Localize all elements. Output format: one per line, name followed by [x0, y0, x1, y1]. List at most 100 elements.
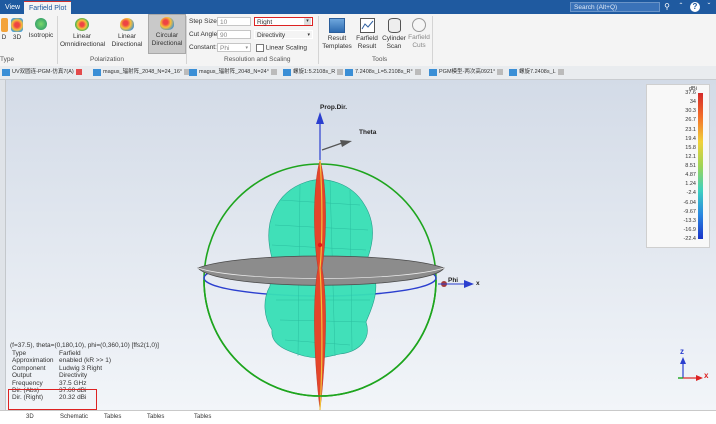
doc-tab-label: magus_辐射阵_2048_N=24° — [199, 69, 269, 75]
doc-tab[interactable]: magus_辐射阵_2048_N=24_16° — [92, 67, 191, 78]
triad-z-arrowhead — [680, 357, 686, 364]
theta-label: Theta — [359, 129, 377, 136]
close-icon[interactable] — [557, 68, 564, 75]
tab-farfield-plot[interactable]: Farfield Plot — [24, 1, 72, 15]
constant-value: Phi — [220, 45, 230, 52]
template-icon — [329, 18, 345, 33]
linear-omnidirectional-button[interactable]: Linear Omnidirectional — [60, 16, 106, 48]
legend-tick-label: 37.6 — [685, 90, 696, 96]
3d-plot-icon — [11, 18, 23, 32]
doc-tab-label: 螺旋7.2408s_L — [519, 69, 556, 75]
legend-tick-label: 15.8 — [685, 144, 696, 151]
plot-type-3d-button[interactable]: 3D — [10, 16, 24, 42]
info-key: Frequency — [12, 379, 43, 387]
linear-directional-button[interactable]: Linear Directional — [108, 16, 146, 48]
isotropic-button[interactable]: Isotropic — [27, 16, 55, 40]
isotropic-label: Isotropic — [28, 32, 54, 39]
triad-x-arrowhead — [696, 375, 703, 381]
info-key: Type — [12, 350, 27, 357]
tab-tables[interactable]: Tables — [147, 412, 164, 423]
ribbon: D 3D Isotropic Type Linear Omnidirection… — [0, 14, 716, 67]
doc-tab[interactable]: UV双圆连-PGM-仿真7(A) — [1, 67, 82, 78]
farfield-cuts-button[interactable]: Farfield Cuts — [408, 16, 430, 49]
info-value: Ludwig 3 Right — [59, 364, 102, 372]
close-icon[interactable] — [414, 68, 421, 75]
chevron-down-icon: ▾ — [245, 45, 248, 51]
divider — [186, 16, 187, 64]
doc-tab[interactable]: PGM模型-两次高0921° — [428, 67, 504, 78]
result-templates-button[interactable]: Result Templates — [322, 16, 352, 50]
document-icon — [189, 69, 197, 76]
theta-arrowhead — [340, 140, 352, 147]
chart-icon — [359, 18, 375, 33]
phi-label: Phi — [448, 277, 459, 284]
search-input[interactable]: Search (Alt+Q) — [570, 2, 660, 12]
divider — [318, 16, 319, 64]
legend-tick-label: -13.3 — [683, 217, 696, 224]
document-icon — [283, 69, 291, 76]
group-label-resolution: Resolution and Scaling — [224, 56, 291, 63]
theta-arrow — [321, 142, 343, 151]
doc-tab-label: magus_辐射阵_2048_N=24_16° — [103, 69, 183, 75]
legend-tick-label: 26.7 — [685, 117, 696, 124]
doc-tab-label: PGM模型-两次高0921° — [439, 69, 496, 75]
doc-tab[interactable]: 螺旋7.2408s_L — [508, 67, 564, 78]
close-icon[interactable] — [270, 68, 277, 75]
linear-omnidirectional-label: Linear Omnidirectional — [60, 33, 106, 48]
doc-tab[interactable]: 螺旋1:5.2108s_R — [282, 67, 344, 78]
linear-scaling-checkbox[interactable] — [256, 44, 264, 52]
doc-tab[interactable]: magus_辐射阵_2048_N=24° — [188, 67, 277, 78]
legend-tick-label: 30.3 — [685, 108, 696, 115]
1d-plot-icon — [0, 18, 8, 32]
cylinder-scan-label: Cylinder Scan — [382, 35, 406, 50]
circular-directional-label: Circular Directional — [151, 32, 183, 47]
legend-tick-label: 4.87 — [685, 172, 696, 179]
output-select[interactable]: Directivity ▾ — [254, 30, 313, 39]
view-tabs: 3D Schematic Tables Tables Tables — [0, 410, 716, 424]
farfield-result-button[interactable]: Farfield Result — [355, 16, 379, 50]
tab-tables[interactable]: Tables — [104, 412, 121, 423]
polarization-component-select[interactable]: Right ▾ — [254, 17, 313, 26]
document-icon — [93, 69, 101, 76]
linear-scaling-checkbox-row[interactable]: Linear Scaling — [256, 44, 307, 52]
chevron-down-icon: ▾ — [304, 18, 311, 25]
farfield-cuts-label: Farfield Cuts — [408, 34, 430, 49]
info-key: Approximation — [12, 357, 54, 365]
help-icon[interactable]: ? — [690, 2, 700, 12]
legend-tick-label: 8.51 — [685, 163, 696, 169]
prop-dir-label: Prop.Dir. — [320, 104, 348, 111]
polarization-component-value: Right — [257, 19, 273, 26]
cut-angle-input[interactable]: 90 — [217, 30, 251, 39]
close-icon[interactable] — [497, 68, 504, 75]
divider — [432, 16, 433, 64]
legend-tick-label: 19.4 — [685, 135, 696, 142]
close-icon[interactable] — [75, 68, 82, 75]
chevron-down-icon[interactable]: ˇ — [704, 2, 714, 12]
info-key: Output — [12, 372, 32, 380]
constant-select[interactable]: Phi ▾ — [217, 43, 251, 52]
legend-tick-label: -22.4 — [683, 236, 696, 242]
document-icon — [429, 69, 437, 76]
main-lobe-spike — [314, 159, 326, 410]
circular-directional-icon — [160, 17, 174, 30]
triad-x-label: x — [704, 371, 709, 380]
farfield-result-label: Farfield Result — [356, 35, 378, 50]
document-tabs: UV双圆连-PGM-仿真7(A) magus_辐射阵_2048_N=24_16°… — [0, 66, 716, 80]
doc-tab[interactable]: 7.2408s_L=5.2108s_R° — [344, 67, 421, 78]
close-icon[interactable] — [337, 68, 344, 75]
tab-3d[interactable]: 3D — [26, 412, 34, 423]
search-icon[interactable]: ⚲ — [662, 2, 672, 12]
step-size-input[interactable]: 10 — [217, 17, 251, 26]
group-label-polarization: Polarization — [90, 56, 124, 63]
result-templates-label: Result Templates — [322, 35, 352, 50]
prop-dir-arrowhead — [316, 112, 324, 124]
doc-tab-label: 螺旋1:5.2108s_R — [293, 69, 336, 75]
cylinder-scan-button[interactable]: Cylinder Scan — [382, 16, 406, 50]
circular-directional-button[interactable]: Circular Directional — [148, 14, 186, 54]
tab-tables[interactable]: Tables — [194, 412, 211, 423]
chevron-up-icon[interactable]: ˆ — [676, 2, 686, 12]
tab-schematic[interactable]: Schematic — [60, 412, 88, 423]
linear-scaling-label: Linear Scaling — [265, 44, 308, 52]
tab-view[interactable]: View — [0, 1, 25, 14]
plot-type-1d-button[interactable]: D — [0, 16, 8, 42]
